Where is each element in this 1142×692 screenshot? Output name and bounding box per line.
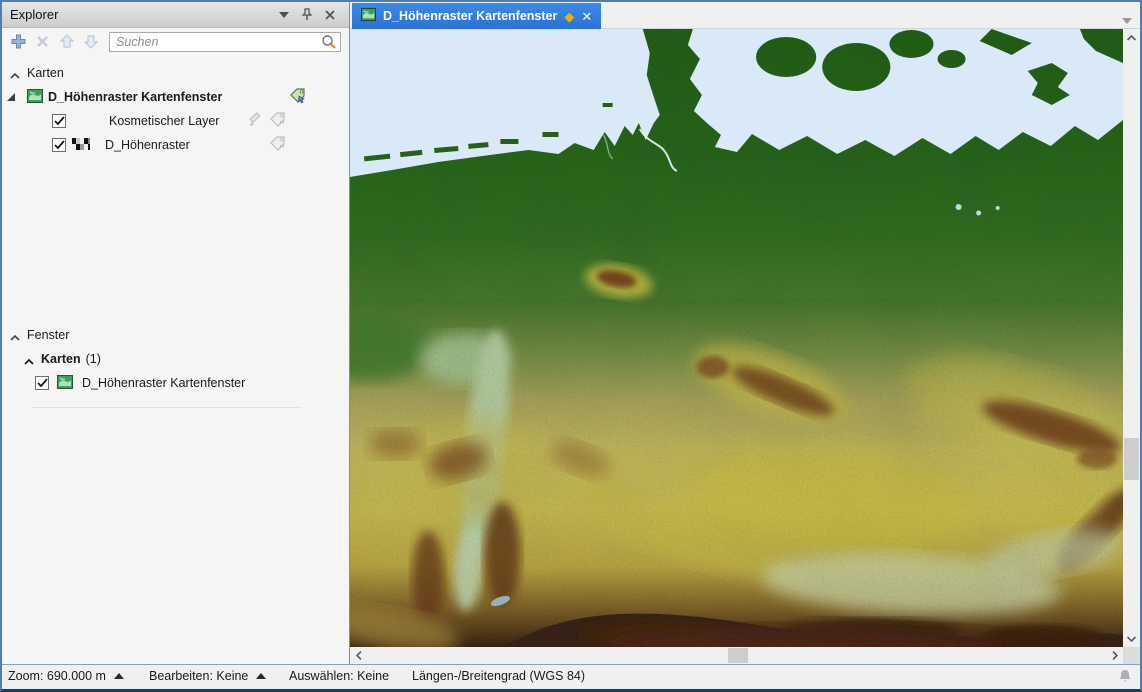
horizontal-scrollbar[interactable] xyxy=(350,647,1123,664)
explorer-title: Explorer xyxy=(10,7,58,22)
panel-close-icon[interactable] xyxy=(323,8,337,22)
scroll-up-icon[interactable] xyxy=(1123,29,1140,46)
status-bar: Zoom: 690.000 m Bearbeiten: Keine Auswäh… xyxy=(2,664,1140,689)
add-button[interactable] xyxy=(10,33,27,50)
tab-map-window[interactable]: D_Höhenraster Kartenfenster ◆ ✕ xyxy=(352,3,601,29)
tab-label: D_Höhenraster Kartenfenster xyxy=(383,9,557,23)
horizontal-scroll-thumb[interactable] xyxy=(728,648,748,663)
tree-row-fenster-map[interactable]: D_Höhenraster Kartenfenster xyxy=(2,371,349,395)
application-window: Explorer xyxy=(0,0,1142,692)
tree-node-map-window[interactable]: D_Höhenraster Kartenfenster xyxy=(2,85,349,109)
subsection-label: Karten xyxy=(41,352,81,366)
collapse-chevron-icon[interactable] xyxy=(24,355,34,363)
subsection-count: (1) xyxy=(86,352,101,366)
zoom-menu-icon[interactable] xyxy=(114,673,124,679)
node-label: D_Höhenraster Kartenfenster xyxy=(48,90,222,104)
move-down-button[interactable] xyxy=(82,33,99,50)
edit-menu-icon[interactable] xyxy=(256,673,266,679)
tree-section-fenster[interactable]: Fenster xyxy=(2,323,349,347)
status-zoom[interactable]: Zoom: 690.000 m xyxy=(8,669,106,683)
modified-indicator-icon: ◆ xyxy=(564,10,574,23)
section-label: Karten xyxy=(27,66,64,80)
tree-row-raster-layer[interactable]: D_Höhenraster xyxy=(2,133,349,157)
status-edit[interactable]: Bearbeiten: Keine xyxy=(149,669,248,683)
expand-triangle-icon[interactable] xyxy=(7,93,15,101)
tree-separator xyxy=(32,407,302,408)
scroll-right-icon[interactable] xyxy=(1106,647,1123,664)
panel-menu-icon[interactable] xyxy=(277,8,291,22)
section-label: Fenster xyxy=(27,328,69,342)
move-up-button[interactable] xyxy=(58,33,75,50)
checkbox-raster-layer[interactable] xyxy=(52,138,66,152)
checkbox-fenster-map[interactable] xyxy=(35,376,49,390)
map-window-icon xyxy=(361,7,376,25)
map-canvas[interactable] xyxy=(350,29,1123,647)
map-window-icon xyxy=(27,88,43,107)
scrollbar-corner xyxy=(1123,647,1140,664)
tab-close-icon[interactable]: ✕ xyxy=(581,10,592,23)
explorer-tree: Karten D_Höhenraster Kartenfenster xyxy=(2,55,349,408)
tree-spacer xyxy=(2,157,349,323)
tree-subsection-karten[interactable]: Karten (1) xyxy=(2,347,349,371)
status-crs[interactable]: Längen-/Breitengrad (WGS 84) xyxy=(412,669,585,683)
map-document-area: D_Höhenraster Kartenfenster ◆ ✕ xyxy=(349,2,1140,664)
tree-row-cosmetic-layer[interactable]: Kosmetischer Layer xyxy=(2,109,349,133)
status-select[interactable]: Auswählen: Keine xyxy=(289,669,389,683)
collapse-chevron-icon[interactable] xyxy=(10,331,20,339)
layer-label: Kosmetischer Layer xyxy=(109,114,219,128)
notifications-bell-icon[interactable] xyxy=(1118,669,1132,687)
raster-checker-icon xyxy=(72,138,90,153)
tag-icon[interactable] xyxy=(269,135,288,155)
checkbox-cosmetic-layer[interactable] xyxy=(52,114,66,128)
layer-label: D_Höhenraster xyxy=(105,138,190,152)
scroll-down-icon[interactable] xyxy=(1123,630,1140,647)
explorer-titlebar[interactable]: Explorer xyxy=(2,2,349,28)
collapse-chevron-icon[interactable] xyxy=(10,69,20,77)
vertical-scrollbar[interactable] xyxy=(1123,29,1140,647)
search-input[interactable] xyxy=(109,32,341,52)
active-tag-icon[interactable] xyxy=(289,87,308,108)
tab-list-dropdown-icon[interactable] xyxy=(1122,11,1132,29)
explorer-toolbar xyxy=(2,28,349,55)
scroll-left-icon[interactable] xyxy=(350,647,367,664)
explorer-panel: Explorer xyxy=(2,2,349,664)
pin-icon[interactable] xyxy=(300,8,314,22)
delete-button[interactable] xyxy=(34,33,51,50)
tab-bar: D_Höhenraster Kartenfenster ◆ ✕ xyxy=(350,2,1140,29)
tree-section-karten[interactable]: Karten xyxy=(2,61,349,85)
row-label: D_Höhenraster Kartenfenster xyxy=(82,376,245,390)
search-icon[interactable] xyxy=(321,34,337,55)
tag-icon[interactable] xyxy=(269,111,288,131)
map-window-icon xyxy=(57,374,73,393)
edit-pencil-icon[interactable] xyxy=(249,112,264,130)
vertical-scroll-thumb[interactable] xyxy=(1124,438,1139,480)
